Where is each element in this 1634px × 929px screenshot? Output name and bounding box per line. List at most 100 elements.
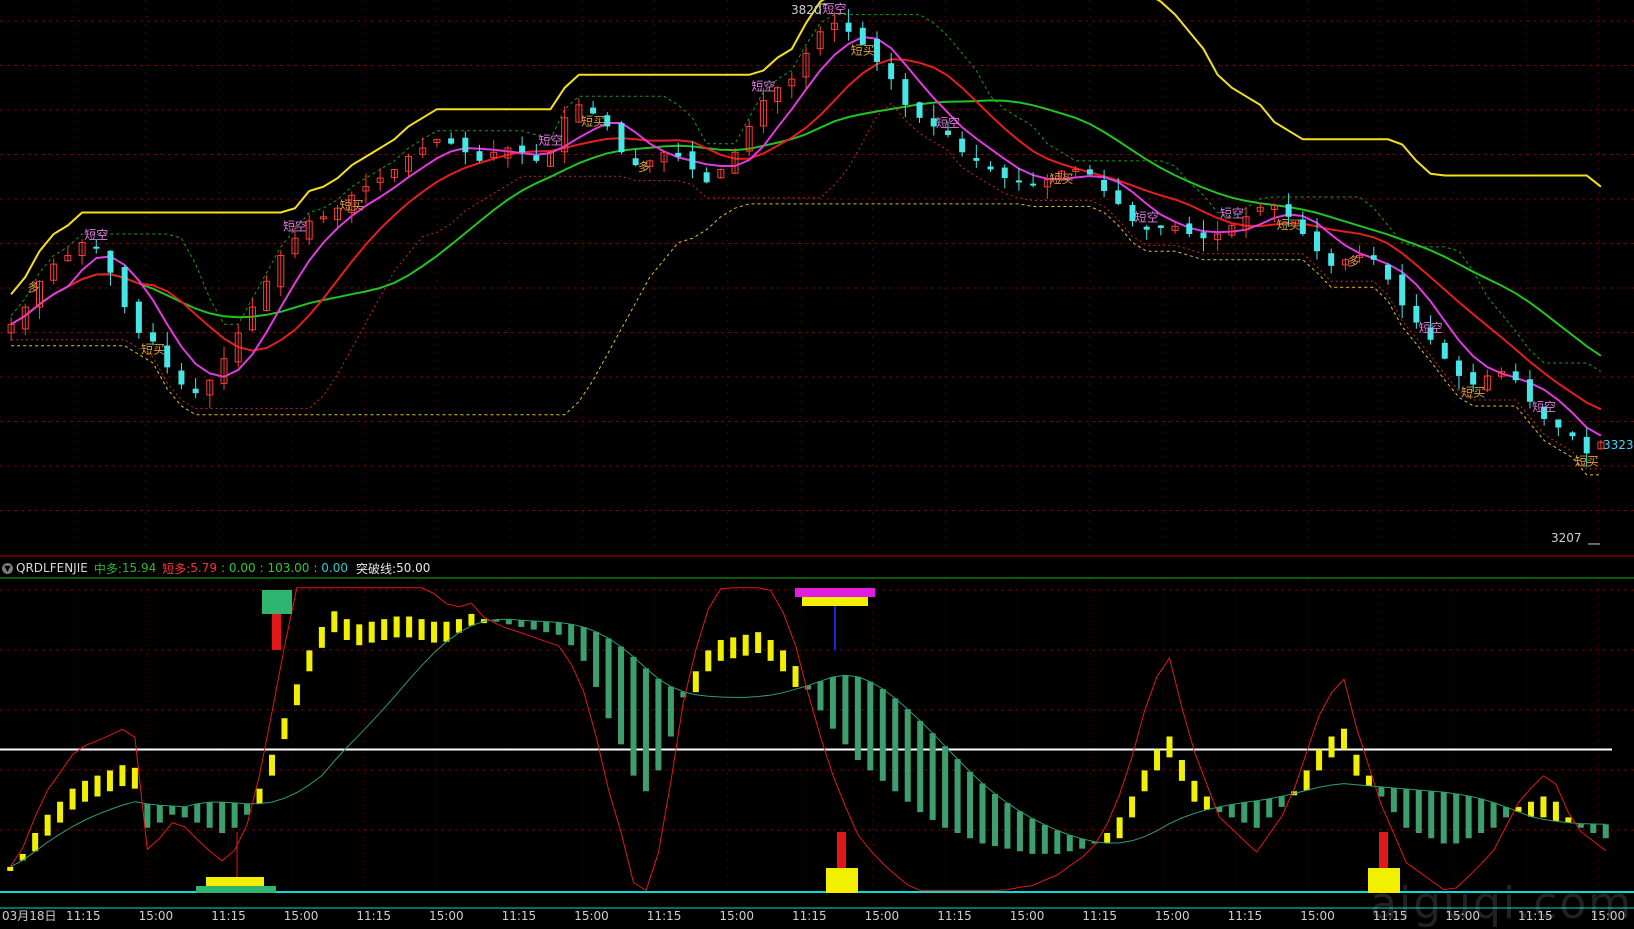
histogram-bar-falling: [181, 806, 188, 818]
histogram-bar-falling: [1241, 802, 1248, 823]
histogram-bar-falling: [892, 698, 899, 792]
candle-body-down: [1455, 360, 1462, 376]
event-block-green: [262, 590, 292, 614]
histogram-bar-falling: [1602, 824, 1609, 839]
histogram-bar-rising: [393, 616, 400, 638]
histogram-bar-falling: [244, 803, 251, 815]
short-long-value: 5.79: [190, 561, 218, 575]
candle-body-down: [1512, 371, 1519, 381]
candle-body-down: [845, 22, 852, 32]
histogram-bar-falling: [979, 783, 986, 844]
histogram-bar-rising: [57, 801, 64, 823]
signal-tag: 短买: [141, 343, 165, 357]
histogram-bar-rising: [1129, 796, 1136, 818]
histogram-bar-rising: [119, 765, 126, 787]
x-axis-tick-label: 15:00: [719, 909, 754, 921]
histogram-bar-falling: [1428, 791, 1435, 839]
histogram-bar-rising: [131, 767, 138, 789]
indicator-legend-bar: ▼ QRDLFENJIE 中多: 15.94 短多: 5.79 : 0.00 :…: [0, 559, 430, 577]
histogram-bar-rising: [1166, 736, 1173, 758]
histogram-bar-rising: [32, 833, 39, 852]
candle-body-down: [178, 370, 185, 385]
histogram-bar-rising: [431, 621, 438, 643]
histogram-bar-falling: [1465, 795, 1472, 839]
histogram-bar-rising: [730, 637, 737, 659]
candle-body-down: [1001, 167, 1008, 179]
signal-tag: 短买: [1050, 172, 1074, 186]
histogram-bar-falling: [144, 803, 151, 828]
histogram-bar-falling: [867, 681, 874, 771]
signal-tag: 短空: [538, 133, 562, 147]
x-axis-tick-label: 11:15: [66, 909, 101, 921]
signal-tag: 短空: [936, 116, 960, 130]
signal-tag: 短空: [84, 228, 108, 242]
histogram-bar-rising: [368, 621, 375, 643]
mid-long-value: 15.94: [121, 561, 157, 575]
histogram-bar-falling: [1004, 803, 1011, 849]
histogram-bar-falling: [206, 802, 213, 828]
candles: [7, 9, 1605, 467]
histogram-bar-falling: [568, 624, 575, 646]
histogram-bar-rising: [767, 639, 774, 661]
histogram-bar-rising: [106, 770, 113, 792]
signal-tag: 短空: [751, 80, 775, 94]
collapse-toggle-icon[interactable]: ▼: [2, 562, 13, 574]
histogram-bar-falling: [543, 621, 550, 633]
histogram-bar-falling: [917, 720, 924, 813]
candle-body-down: [916, 102, 923, 118]
histogram-bar-falling: [580, 627, 587, 661]
histogram-bar-falling: [642, 668, 649, 792]
candle-body-down: [192, 388, 199, 394]
histogram-bar-rising: [742, 634, 749, 656]
histogram-bar-falling: [1278, 796, 1285, 807]
x-axis-tick-label: 15:00: [429, 909, 464, 921]
x-axis-tick-label: 11:15: [647, 909, 682, 921]
histogram-bar-falling: [555, 622, 562, 635]
histogram-bar-falling: [231, 802, 238, 828]
candle-body-down: [703, 172, 710, 183]
watermark: aiguqi.com: [1370, 878, 1634, 929]
histogram-bar-falling: [842, 675, 849, 745]
histogram-bar-falling: [1403, 789, 1410, 828]
candle-body-down: [902, 79, 909, 105]
signal-tag: 多: [638, 160, 650, 174]
histogram-bar-falling: [593, 631, 600, 687]
candle-body-down: [1285, 204, 1292, 217]
histogram-bar-falling: [1478, 798, 1485, 834]
x-axis-tick-label: 15:00: [1155, 909, 1190, 921]
histogram-bar-falling: [829, 677, 836, 729]
histogram-bar-falling: [530, 621, 537, 630]
histogram-bar-rising: [293, 684, 300, 706]
histogram-bar-falling: [1415, 790, 1422, 834]
candle-body-down: [689, 151, 696, 170]
histogram-bar-rising: [1353, 754, 1360, 776]
histogram-bar-rising: [306, 650, 313, 672]
candle-body-down: [1115, 190, 1122, 204]
histogram-bar-rising: [281, 718, 288, 740]
candlestick-chart[interactable]: 短空短买短空短买短空短买短空短空短买短空短买短空 短空短买多短空短买短空短买多多0…: [0, 0, 1634, 921]
histogram-bar-falling: [904, 709, 911, 802]
histogram-bar-falling: [1453, 793, 1460, 844]
x-axis-tick-label: 15:00: [865, 909, 900, 921]
histogram-bar-rising: [318, 626, 325, 648]
histogram-bar-falling: [879, 689, 886, 781]
histogram-bar-falling: [1590, 823, 1597, 834]
candle-body-down: [1143, 226, 1150, 230]
signal-tag: 多: [1348, 254, 1360, 268]
histogram-bar-falling: [1079, 838, 1086, 849]
histogram-bar-falling: [1490, 802, 1497, 828]
histogram-bar-falling: [1029, 818, 1036, 854]
histogram-bar-rising: [1341, 728, 1347, 750]
indicator-name[interactable]: QRDLFENJIE: [16, 561, 88, 575]
support-dashed-line: [11, 203, 1601, 476]
candle-body-down: [121, 267, 128, 308]
x-axis-tick-label: 11:15: [1082, 909, 1117, 921]
candle-body-down: [1569, 432, 1576, 437]
histogram-bar-falling: [929, 733, 936, 820]
candle-body-down: [1441, 342, 1448, 359]
histogram-bar-falling: [854, 676, 861, 760]
histogram-bar-rising: [418, 619, 425, 640]
histogram-bar-rising: [356, 624, 363, 646]
histogram-bar-rising: [705, 650, 712, 672]
histogram-bar-falling: [219, 802, 226, 834]
